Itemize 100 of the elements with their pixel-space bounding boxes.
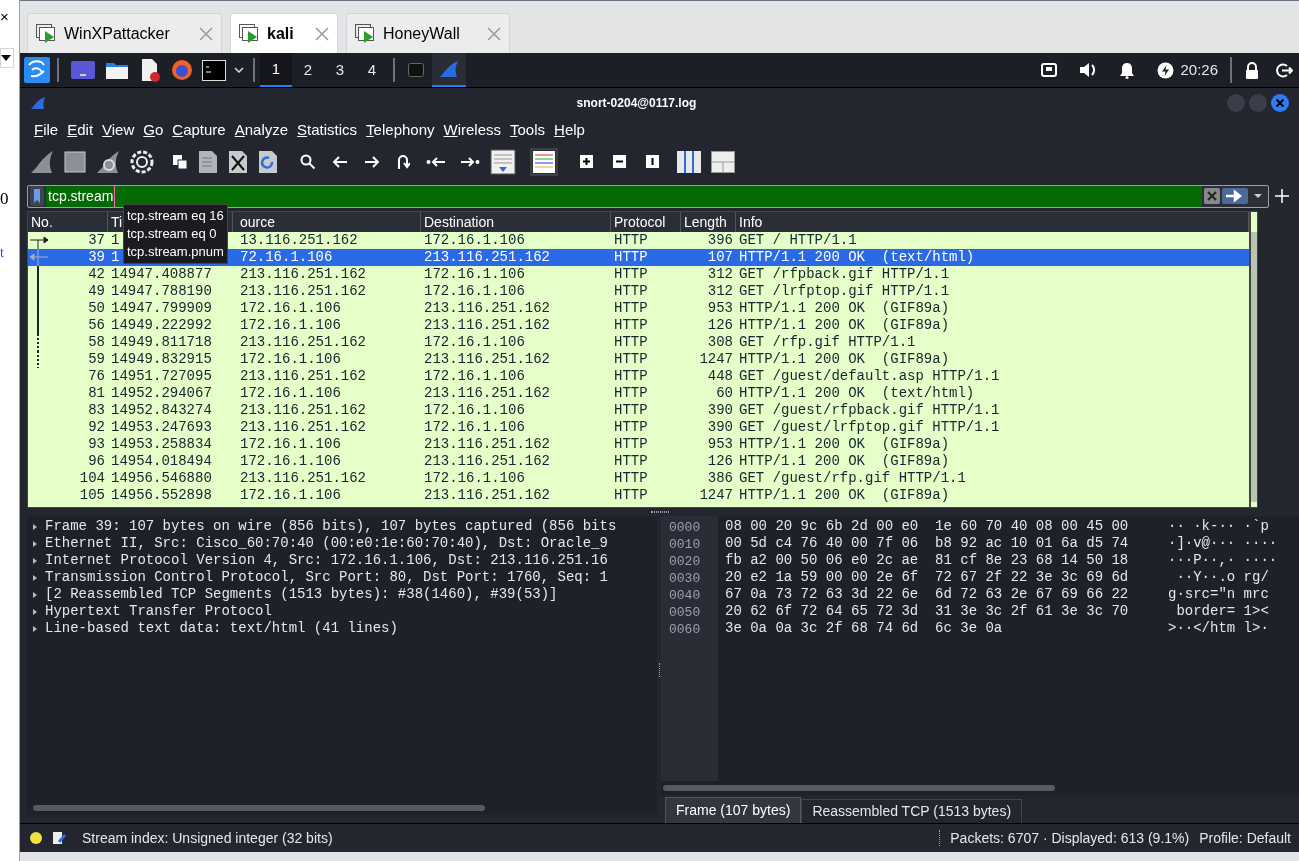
- power-icon[interactable]: [1157, 61, 1175, 79]
- column-header[interactable]: No.: [31, 211, 53, 233]
- table-cell: 14953.247693: [111, 419, 212, 435]
- first-packet-icon[interactable]: [426, 154, 446, 169]
- workspace-button[interactable]: 2: [292, 53, 324, 87]
- text-editor-icon[interactable]: [139, 58, 161, 82]
- suggestion-item[interactable]: tcp.stream eq 0: [124, 225, 227, 243]
- menu-item[interactable]: File: [34, 118, 59, 142]
- arrow-right-icon[interactable]: [364, 154, 380, 169]
- scrollbar-thumb[interactable]: [33, 805, 485, 811]
- normal-size-icon[interactable]: [646, 155, 659, 168]
- shark-fin-icon: [30, 96, 46, 110]
- restart-icon[interactable]: [96, 149, 120, 174]
- scrollbar-thumb[interactable]: [663, 785, 1055, 791]
- table-cell: 50: [88, 300, 105, 317]
- shark-fin-icon[interactable]: [30, 149, 54, 174]
- scrollbar-thumb[interactable]: [1251, 232, 1257, 502]
- column-header[interactable]: Destination: [424, 211, 495, 233]
- suggestion-item[interactable]: tcp.stream eq 16: [124, 207, 227, 225]
- menu-item[interactable]: View: [102, 118, 135, 142]
- offset-label: 0010: [669, 536, 702, 553]
- browser-icon[interactable]: [171, 59, 193, 81]
- byte-tab[interactable]: Reassembled TCP (1513 bytes): [801, 799, 1023, 823]
- reload-file-icon[interactable]: [258, 149, 278, 174]
- search-icon[interactable]: [300, 153, 316, 170]
- offset-label: 0000: [669, 519, 702, 536]
- table-cell: 14956.552898: [111, 487, 212, 503]
- workspace-button[interactable]: 4: [356, 53, 388, 87]
- plus-icon[interactable]: [1275, 189, 1289, 203]
- arrow-left-icon[interactable]: [332, 154, 348, 169]
- table-cell: 213.116.251.162: [424, 487, 551, 503]
- close-icon[interactable]: ×: [0, 8, 9, 26]
- copy-icon[interactable]: [172, 153, 188, 170]
- clock[interactable]: 20:26: [1180, 58, 1218, 82]
- menu-item[interactable]: Wireless: [443, 118, 502, 142]
- menu-item[interactable]: Telephony: [366, 118, 435, 142]
- menu-item[interactable]: Go: [143, 118, 164, 142]
- network-icon[interactable]: [1041, 63, 1058, 77]
- column-header[interactable]: Info: [739, 211, 763, 233]
- jump-icon[interactable]: [396, 153, 410, 170]
- vm-tab[interactable]: kali: [230, 13, 338, 53]
- byte-tab[interactable]: Frame (107 bytes): [665, 797, 802, 823]
- table-cell: HTTP: [614, 385, 648, 401]
- zoom-out-icon[interactable]: [613, 155, 626, 168]
- column-header[interactable]: ource: [240, 211, 276, 233]
- volume-icon[interactable]: [1079, 62, 1098, 78]
- table-cell: 14947.788190: [111, 283, 212, 299]
- vm-tab[interactable]: WinXPattacker: [27, 13, 222, 53]
- shark-fin-icon[interactable]: [439, 60, 459, 78]
- profile-label[interactable]: Profile: Default: [1199, 827, 1291, 849]
- dropdown[interactable]: [0, 48, 14, 68]
- menu-item[interactable]: Tools: [510, 118, 546, 142]
- folder-icon[interactable]: [105, 60, 129, 80]
- menu-item[interactable]: Statistics: [297, 118, 358, 142]
- binary-file-icon[interactable]: [198, 149, 218, 174]
- table-cell: HTTP: [614, 300, 648, 316]
- close-button[interactable]: [1271, 94, 1289, 112]
- menu-item[interactable]: Help: [554, 118, 585, 142]
- column-header[interactable]: Protocol: [614, 211, 666, 233]
- table-cell: 104: [79, 470, 105, 487]
- table-cell: 96: [88, 453, 105, 470]
- table-cell: 172.16.1.106: [424, 419, 525, 435]
- close-icon[interactable]: [315, 26, 329, 41]
- table-cell: 213.116.251.162: [424, 249, 551, 265]
- table-cell: 14949.811718: [111, 334, 212, 350]
- table-cell: 172.16.1.106: [424, 470, 525, 486]
- menu-item[interactable]: Analyze: [234, 118, 289, 142]
- column-header[interactable]: Ti: [111, 211, 123, 233]
- workspace-button[interactable]: 1: [260, 53, 292, 87]
- column-header[interactable]: Length: [684, 211, 727, 233]
- workspace-button[interactable]: 3: [324, 53, 356, 87]
- expert-info-indicator[interactable]: [30, 832, 42, 844]
- logout-icon[interactable]: [1276, 62, 1293, 78]
- table-cell: 126: [707, 317, 733, 333]
- layout-icon[interactable]: [711, 150, 735, 173]
- table-cell: 213.116.251.162: [424, 453, 551, 469]
- edit-note-icon[interactable]: [52, 831, 66, 845]
- lock-icon[interactable]: [1245, 61, 1259, 79]
- zoom-in-icon[interactable]: [580, 155, 593, 168]
- table-cell: 213.116.251.162: [240, 283, 367, 299]
- stop-icon[interactable]: [64, 150, 86, 173]
- gear-icon[interactable]: [130, 149, 154, 174]
- menu-item[interactable]: Edit: [67, 118, 94, 142]
- vm-icon: [355, 23, 377, 44]
- bell-icon[interactable]: [1119, 61, 1136, 79]
- colorize-icon[interactable]: [530, 147, 558, 176]
- close-file-icon[interactable]: [228, 149, 248, 174]
- caret-icon[interactable]: [234, 67, 244, 73]
- desktop-icon[interactable]: [71, 61, 95, 79]
- table-cell: HTTP: [614, 317, 648, 333]
- table-cell: GET /guest/lrfptop.gif HTTP/1.1: [739, 419, 1000, 435]
- suggestion-item[interactable]: tcp.stream.pnum: [124, 243, 227, 261]
- autoscroll-icon[interactable]: [490, 148, 516, 175]
- table-cell: HTTP: [614, 266, 648, 282]
- resize-columns-icon[interactable]: [677, 150, 701, 173]
- menu-item[interactable]: Capture: [172, 118, 226, 142]
- vm-icon: [36, 23, 58, 44]
- table-cell: 386: [707, 470, 733, 486]
- last-packet-icon[interactable]: [460, 154, 480, 169]
- vm-tab[interactable]: HoneyWall: [346, 13, 510, 53]
